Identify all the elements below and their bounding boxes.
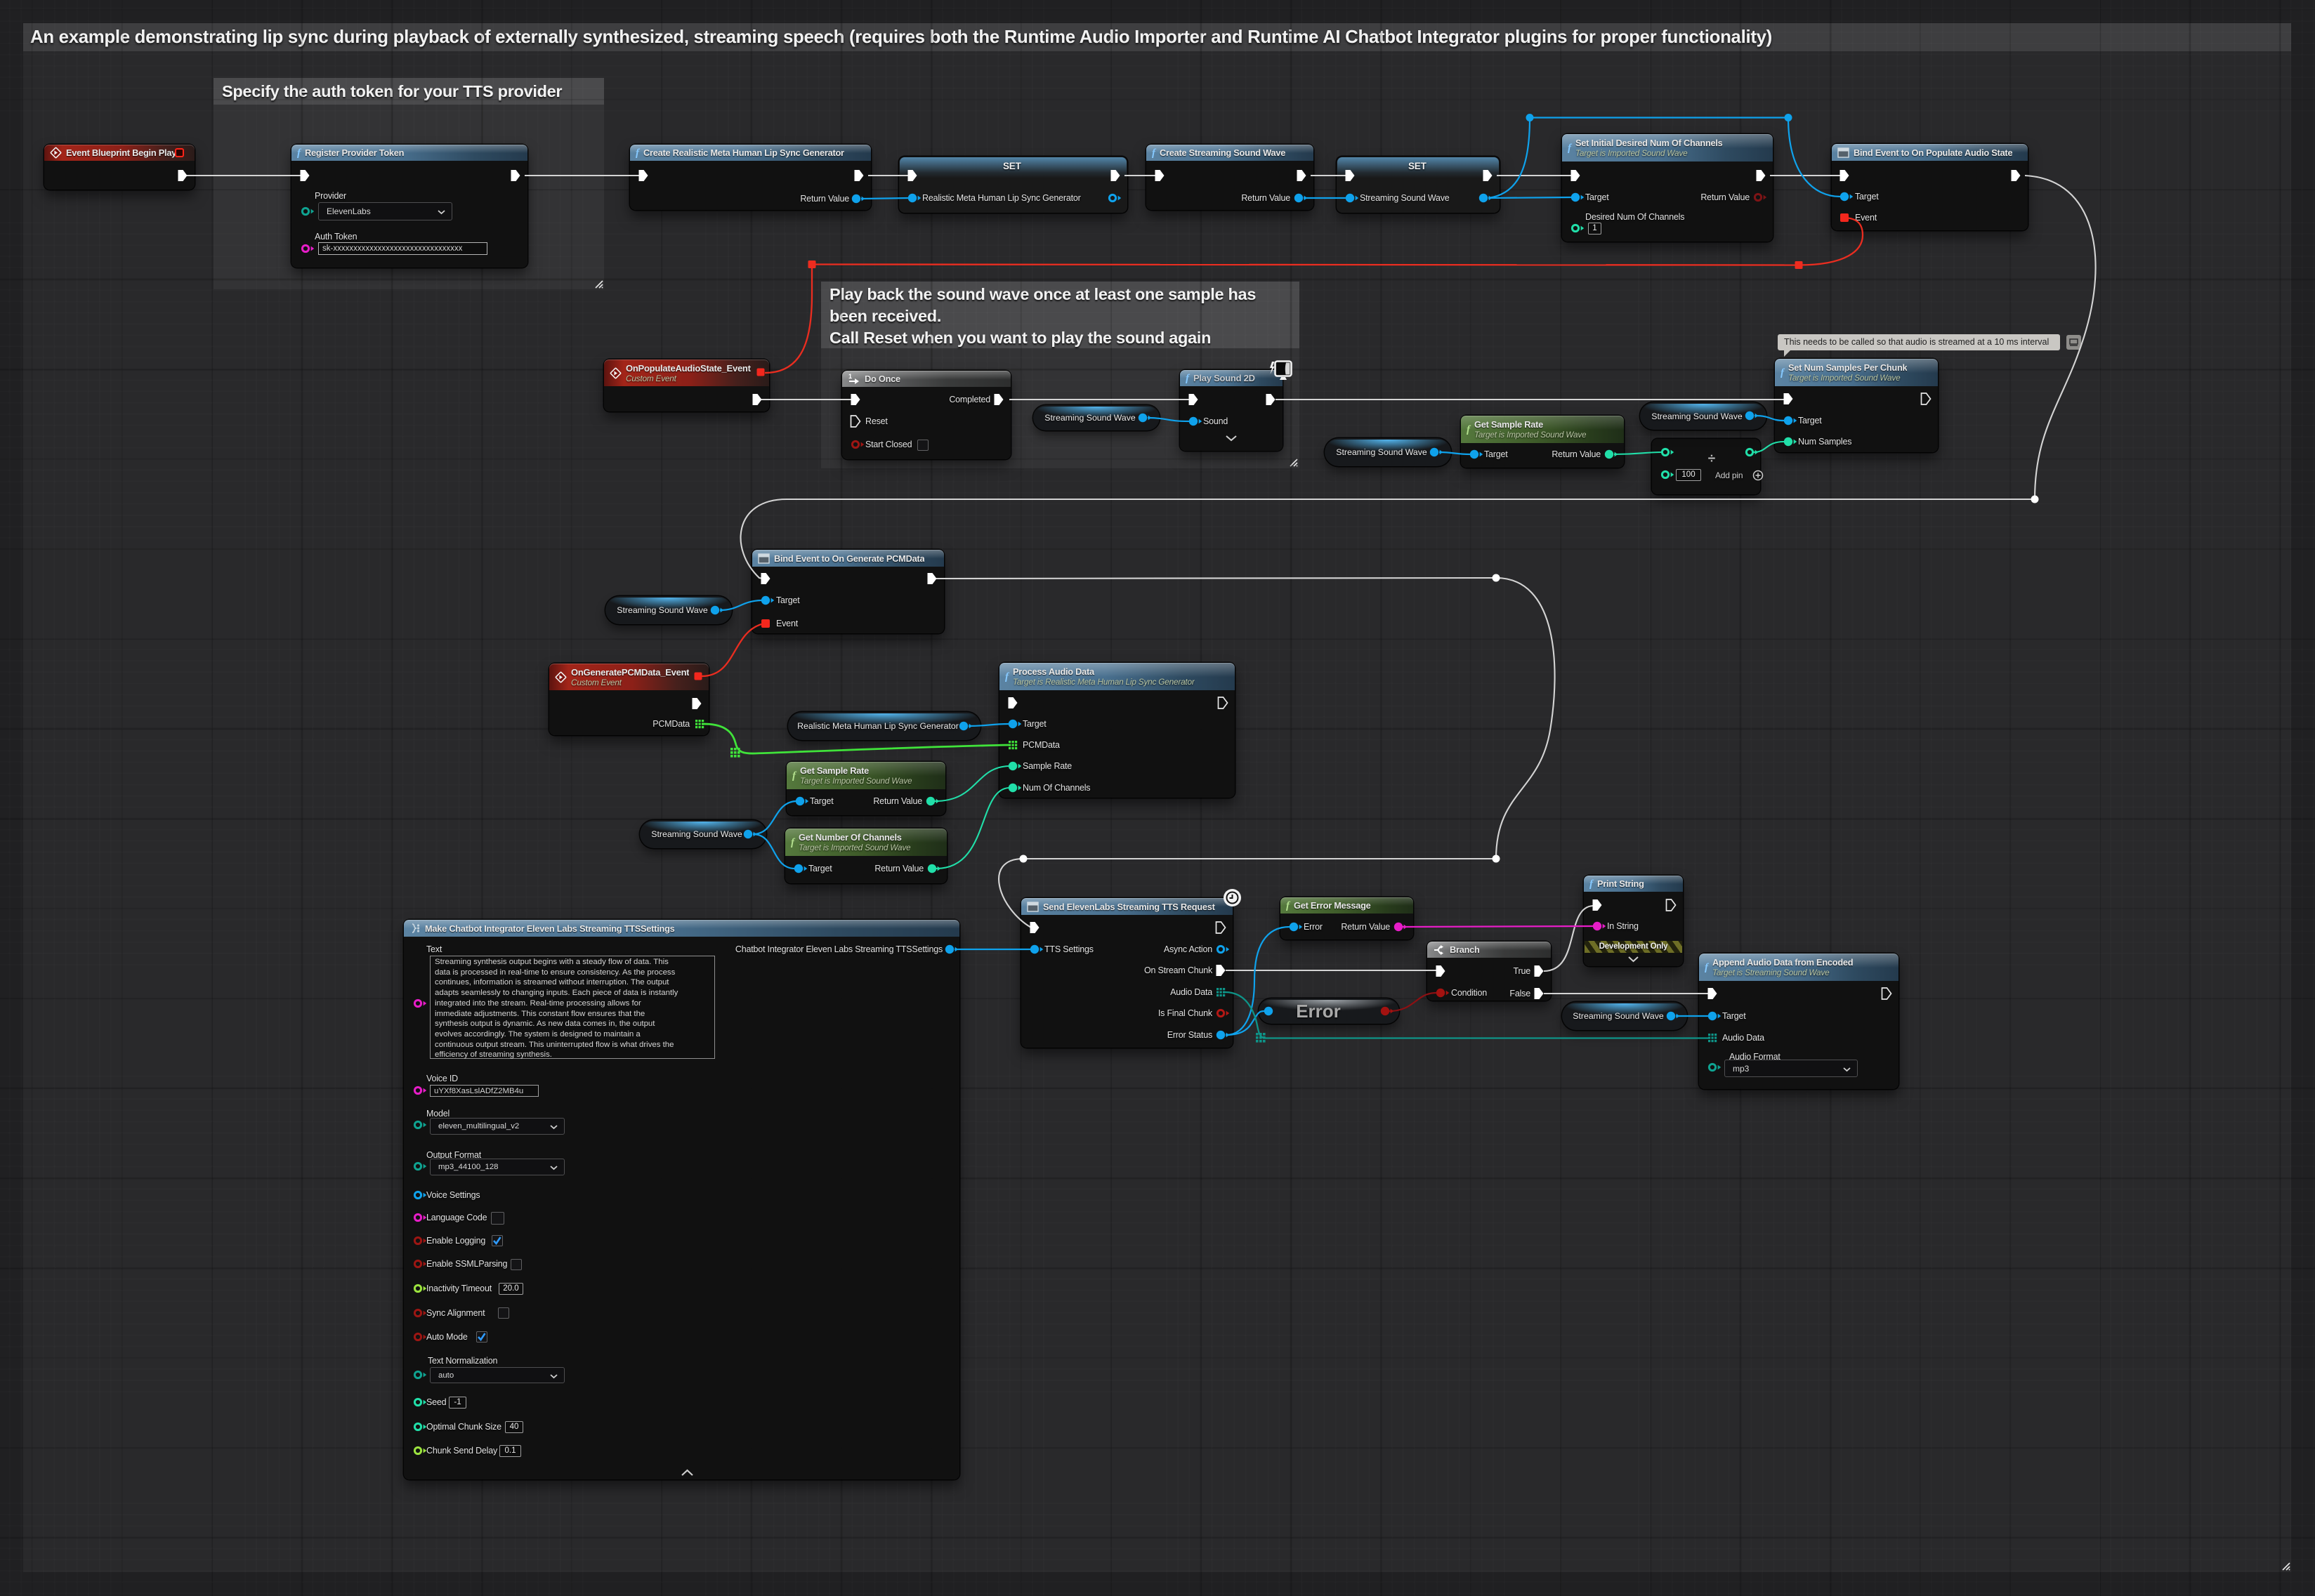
svg-text:1: 1 [848,374,852,380]
